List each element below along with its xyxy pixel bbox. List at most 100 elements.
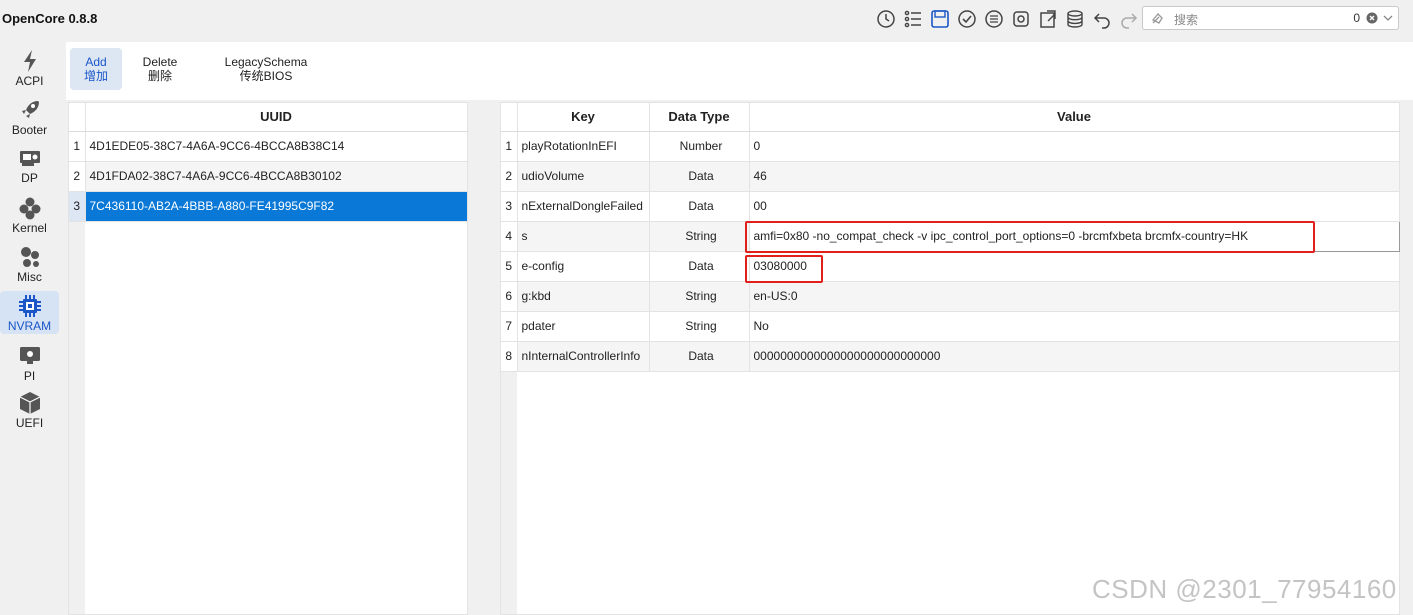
uuid-cell[interactable]: 4D1EDE05-38C7-4A6A-9CC6-4BCCA8B38C14 xyxy=(85,131,468,162)
sidebar-item-booter[interactable]: Booter xyxy=(0,95,59,138)
refresh-list-icon[interactable] xyxy=(980,6,1007,32)
section-toolbar: Add 增加 Delete 删除 LegacySchema 传统BIOS xyxy=(66,42,1413,100)
key-cell[interactable]: nExternalDongleFailed xyxy=(517,191,650,222)
sidebar-item-label: Booter xyxy=(11,123,48,137)
key-cell[interactable]: nInternalControllerInfo xyxy=(517,341,650,372)
value-cell-editing[interactable]: amfi=0x80 -no_compat_check -v ipc_contro… xyxy=(748,220,1400,252)
search-count: 0 xyxy=(1353,11,1360,25)
row-number: 7 xyxy=(501,311,518,342)
main-toolbar xyxy=(872,6,1142,32)
table-row[interactable]: 1 playRotationInEFI Number 0 xyxy=(501,131,1400,162)
value-cell[interactable]: en-US:0 xyxy=(749,281,1400,312)
bolt-icon xyxy=(23,50,36,72)
key-text: udioVolume xyxy=(521,169,585,183)
row-number: 4 xyxy=(501,221,518,252)
key-cell[interactable]: e-config xyxy=(517,251,650,282)
legacy-schema-button[interactable]: LegacySchema 传统BIOS xyxy=(216,48,316,90)
kv-corner-header xyxy=(501,103,518,132)
uuid-table-panel: UUID 1 4D1EDE05-38C7-4A6A-9CC6-4BCCA8B38… xyxy=(68,102,468,615)
apple-monitor-icon xyxy=(19,347,40,364)
table-row[interactable]: 2 4D1FDA02-38C7-4A6A-9CC6-4BCCA8B30102 xyxy=(69,161,468,192)
kernel-icon xyxy=(19,197,40,220)
type-cell[interactable]: Data xyxy=(649,251,750,282)
gear-refresh-icon[interactable] xyxy=(1007,6,1034,32)
type-cell[interactable]: Number xyxy=(649,131,750,162)
key-text: playRotationInEFI xyxy=(521,139,617,153)
key-text: g:kbd xyxy=(521,289,551,303)
table-row[interactable]: 3 nExternalDongleFailed Data 00 xyxy=(501,191,1400,222)
key-text: pdater xyxy=(521,319,556,333)
table-row[interactable]: 2 udioVolume Data 46 xyxy=(501,161,1400,192)
sidebar-item-misc[interactable]: Misc xyxy=(0,242,59,285)
key-text: s xyxy=(521,229,528,243)
save-icon[interactable] xyxy=(926,6,953,32)
table-row[interactable]: 4 s String amfi=0x80 -no_compat_check -v… xyxy=(501,220,1400,252)
uuid-column-header[interactable]: UUID xyxy=(85,103,468,132)
clock-icon[interactable] xyxy=(872,6,899,32)
check-circle-icon[interactable] xyxy=(953,6,980,32)
row-number: 6 xyxy=(501,281,518,312)
key-text: nExternalDongleFailed xyxy=(521,199,643,213)
table-row[interactable]: 6 g:kbd String en-US:0 xyxy=(501,281,1400,312)
kv-table-panel: Key Data Type Value 1 playRotationInEFI … xyxy=(500,102,1400,615)
value-column-header[interactable]: Value xyxy=(749,103,1400,132)
key-cell[interactable]: g:kbd xyxy=(517,281,650,312)
table-row-selected[interactable]: 3 7C436110-AB2A-4BBB-A880-FE41995C9F82 xyxy=(69,191,468,222)
sidebar-item-kernel[interactable]: Kernel xyxy=(0,193,59,236)
sidebar-item-acpi[interactable]: ACPI xyxy=(0,46,59,89)
uuid-cell[interactable]: 4D1FDA02-38C7-4A6A-9CC6-4BCCA8B30102 xyxy=(85,161,468,192)
type-column-header[interactable]: Data Type xyxy=(649,103,750,132)
title-bar: OpenCore 0.8.8 搜索 0 xyxy=(0,0,1413,42)
type-cell[interactable]: Data xyxy=(649,341,750,372)
value-cell[interactable]: 03080000 xyxy=(749,251,1400,282)
key-cell[interactable]: udioVolume xyxy=(517,161,650,192)
key-text: e-config xyxy=(521,259,565,273)
sidebar-item-uefi[interactable]: UEFI xyxy=(0,388,59,431)
kv-table: Key Data Type Value 1 playRotationInEFI … xyxy=(501,103,1400,372)
rocket-icon xyxy=(21,101,39,118)
redo-icon[interactable] xyxy=(1115,6,1142,32)
chevron-down-icon[interactable] xyxy=(1383,14,1393,22)
list-icon[interactable] xyxy=(899,6,926,32)
row-number: 3 xyxy=(69,191,86,222)
key-column-header[interactable]: Key xyxy=(517,103,650,132)
type-cell[interactable]: String xyxy=(649,221,750,252)
value-cell[interactable]: 00 xyxy=(749,191,1400,222)
search-input[interactable]: 搜索 0 xyxy=(1142,6,1399,30)
value-cell[interactable]: 0 xyxy=(749,131,1400,162)
sidebar-item-nvram[interactable]: NVRAM xyxy=(0,291,59,334)
value-cell[interactable]: No xyxy=(749,311,1400,342)
table-row[interactable]: 7 pdater String No xyxy=(501,311,1400,342)
key-cell[interactable]: s xyxy=(517,221,650,252)
add-label-en: Add xyxy=(85,55,107,69)
sidebar-item-dp[interactable]: DP xyxy=(0,143,59,186)
delete-label-en: Delete xyxy=(142,55,178,69)
value-cell[interactable]: 0000000000000000000000000000 xyxy=(749,341,1400,372)
clear-icon[interactable] xyxy=(1366,12,1378,24)
row-number: 1 xyxy=(69,131,86,162)
delete-button[interactable]: Delete 删除 xyxy=(132,48,188,90)
table-row[interactable]: 1 4D1EDE05-38C7-4A6A-9CC6-4BCCA8B38C14 xyxy=(69,131,468,162)
type-cell[interactable]: String xyxy=(649,311,750,342)
undo-icon[interactable] xyxy=(1088,6,1115,32)
table-row[interactable]: 5 e-config Data 03080000 xyxy=(501,251,1400,282)
legacy-label-zh: 传统BIOS xyxy=(239,69,293,83)
database-icon[interactable] xyxy=(1061,6,1088,32)
row-number: 5 xyxy=(501,251,518,282)
add-button[interactable]: Add 增加 xyxy=(70,48,122,90)
sidebar-item-pi[interactable]: PI xyxy=(0,341,59,384)
import-icon[interactable] xyxy=(1034,6,1061,32)
table-row[interactable]: 8 nInternalControllerInfo Data 000000000… xyxy=(501,341,1400,372)
uuid-cell[interactable]: 7C436110-AB2A-4BBB-A880-FE41995C9F82 xyxy=(85,191,468,222)
value-cell[interactable]: 46 xyxy=(749,161,1400,192)
row-number: 3 xyxy=(501,191,518,222)
key-cell[interactable]: playRotationInEFI xyxy=(517,131,650,162)
chip-icon xyxy=(18,295,41,317)
key-cell[interactable]: pdater xyxy=(517,311,650,342)
key-text: nInternalControllerInfo xyxy=(521,349,641,363)
row-number: 2 xyxy=(69,161,86,192)
row-number: 1 xyxy=(501,131,518,162)
type-cell[interactable]: Data xyxy=(649,191,750,222)
type-cell[interactable]: String xyxy=(649,281,750,312)
type-cell[interactable]: Data xyxy=(649,161,750,192)
